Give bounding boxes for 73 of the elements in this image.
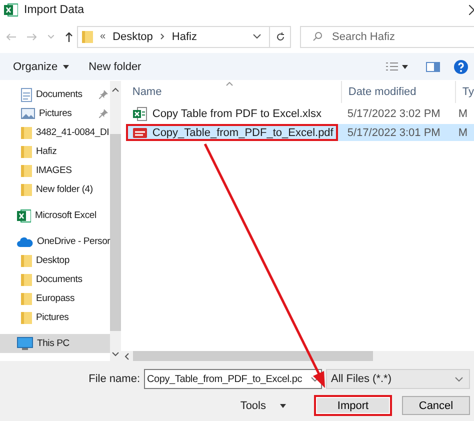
folder-icon	[21, 292, 32, 306]
sidebar-item[interactable]: 3482_41-0084_DI	[0, 123, 110, 142]
folder-icon	[21, 144, 32, 158]
sort-caret-icon	[226, 82, 234, 86]
sidebar-item[interactable]: Europass	[0, 289, 110, 308]
dialog-button[interactable]: Cancel	[402, 396, 470, 415]
sidebar-item[interactable]: This PC	[0, 334, 110, 353]
caret-up-icon[interactable]	[112, 87, 120, 92]
file-name-label: File name:	[88, 373, 140, 385]
column-header[interactable]: Name	[126, 81, 342, 103]
file-row[interactable]: Copy_Table_from_PDF_to_Excel.pdf 5/17/2022 3:01 PM M	[126, 124, 474, 141]
vertical-scrollbar[interactable]	[110, 81, 122, 361]
sidebar-item[interactable]: Documents	[0, 85, 110, 104]
file-name: Copy Table from PDF to Excel.xlsx	[126, 105, 338, 122]
column-header[interactable]: Ty	[455, 81, 474, 103]
computer-icon	[17, 336, 33, 350]
sidebar-item[interactable]: New folder (4)	[0, 180, 110, 199]
horizontal-scrollbar[interactable]	[120, 351, 474, 361]
column-header[interactable]: Date modified	[341, 81, 456, 103]
dialog-button[interactable]: Import	[314, 395, 392, 416]
file-name: Copy_Table_from_PDF_to_Excel.pdf	[126, 124, 338, 141]
tools-menu[interactable]: Tools	[240, 400, 286, 412]
help-icon[interactable]	[454, 60, 468, 74]
chevron-right-icon	[160, 33, 165, 40]
cloud-icon	[17, 236, 33, 246]
document-icon	[21, 88, 32, 102]
new-folder-button[interactable]: New folder	[88, 60, 142, 72]
search-box[interactable]: Search Hafiz	[300, 26, 474, 48]
view-options-icon[interactable]	[386, 62, 408, 71]
date-modified: 5/17/2022 3:02 PM	[346, 108, 442, 120]
date-modified: 5/17/2022 3:01 PM	[346, 126, 442, 138]
caret-down-icon	[62, 64, 69, 68]
folder-icon	[82, 30, 93, 44]
sidebar-item[interactable]: Microsoft Excel	[0, 206, 110, 225]
folder-icon	[21, 272, 32, 286]
folder-icon	[21, 126, 32, 140]
folder-icon	[21, 164, 32, 178]
sidebar-item[interactable]: IMAGES	[0, 161, 110, 180]
caret-down-icon[interactable]	[112, 352, 120, 357]
sidebar-item[interactable]: Hafiz	[0, 142, 110, 161]
sidebar-item[interactable]: Desktop	[0, 251, 110, 270]
folder-icon	[21, 310, 32, 324]
preview-pane-icon[interactable]	[426, 62, 440, 72]
window-title: Import Data	[24, 4, 84, 16]
folder-icon	[21, 182, 32, 196]
sidebar-item[interactable]: OneDrive - Persor	[0, 232, 110, 251]
overflow-marker[interactable]: «	[100, 31, 106, 42]
chevron-down-icon	[455, 376, 463, 382]
pdf-file-icon	[133, 126, 148, 138]
organize-menu[interactable]: Organize	[13, 60, 69, 72]
caret-left-icon[interactable]	[124, 352, 130, 360]
file-type-dropdown[interactable]: All Files (*.*)	[326, 369, 470, 389]
spreadsheet-icon	[4, 3, 18, 17]
search-icon	[313, 32, 322, 41]
chevron-down-icon[interactable]	[253, 34, 262, 39]
sidebar-item[interactable]: Pictures	[0, 308, 110, 327]
sidebar-item[interactable]: Pictures	[0, 104, 110, 123]
breadcrumb[interactable]: Desktop	[112, 30, 153, 42]
file-row[interactable]: Copy Table from PDF to Excel.xlsx 5/17/2022 3:02 PM M	[126, 105, 474, 122]
up-arrow-icon[interactable]	[65, 32, 73, 42]
sidebar-item[interactable]: Documents	[0, 270, 110, 289]
folder-icon	[21, 254, 32, 268]
breadcrumb[interactable]: Hafiz	[172, 30, 197, 42]
spreadsheet-icon	[133, 106, 148, 120]
address-bar[interactable]: « Desktop Hafiz	[77, 26, 270, 48]
spreadsheet-icon	[17, 208, 31, 222]
chevron-down-icon[interactable]	[311, 376, 319, 382]
file-type: M	[457, 108, 468, 120]
file-name-field[interactable]: Copy_Table_from_PDF_to_Excel.pc	[144, 369, 322, 389]
refresh-icon[interactable]	[276, 32, 285, 42]
file-type: M	[457, 126, 468, 138]
caret-down-icon	[280, 404, 286, 408]
picture-icon	[21, 108, 35, 119]
